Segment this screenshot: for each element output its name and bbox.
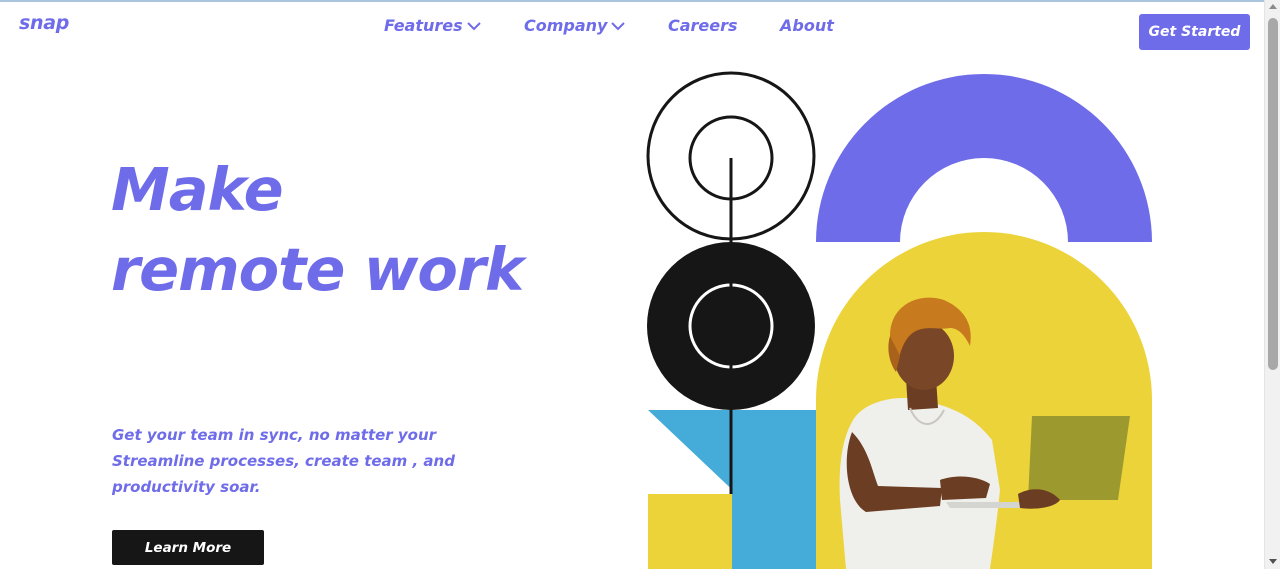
window-top-border <box>0 0 1280 2</box>
hero-title-line2: remote work <box>111 235 524 304</box>
hero-text-line1: Get your team in sync, no matter your <box>112 426 437 444</box>
hero-text-line2: Streamline processes, create team , and <box>112 452 455 470</box>
nav-about[interactable]: About <box>780 16 834 35</box>
hero-description: Get your team in sync, no matter your St… <box>112 422 532 500</box>
hero-illustration <box>640 60 1160 569</box>
page-scrollbar[interactable] <box>1264 0 1280 569</box>
blue-square-shape <box>732 410 816 569</box>
main-nav: Features Company Careers About <box>0 16 1280 40</box>
get-started-button[interactable]: Get Started <box>1139 14 1250 50</box>
scrollbar-thumb[interactable] <box>1268 18 1278 370</box>
nav-company[interactable]: Company <box>524 16 626 35</box>
chevron-down-icon <box>466 21 481 30</box>
nav-careers-label: Careers <box>668 16 738 35</box>
nav-about-label: About <box>780 16 834 35</box>
hero-title: Make remote work <box>111 150 524 310</box>
nav-careers[interactable]: Careers <box>668 16 738 35</box>
chevron-down-icon <box>611 21 626 30</box>
photo-panel <box>816 232 1152 569</box>
nav-features-label: Features <box>384 16 463 35</box>
purple-arch-shape <box>816 74 1152 242</box>
nav-features[interactable]: Features <box>384 16 481 35</box>
nav-company-label: Company <box>524 16 608 35</box>
scroll-up-icon[interactable] <box>1269 4 1277 9</box>
hero-text-line3: productivity soar. <box>112 478 261 496</box>
hero-title-line1: Make <box>111 155 284 224</box>
learn-more-button[interactable]: Learn More <box>112 530 264 565</box>
scroll-down-icon[interactable] <box>1269 559 1277 564</box>
